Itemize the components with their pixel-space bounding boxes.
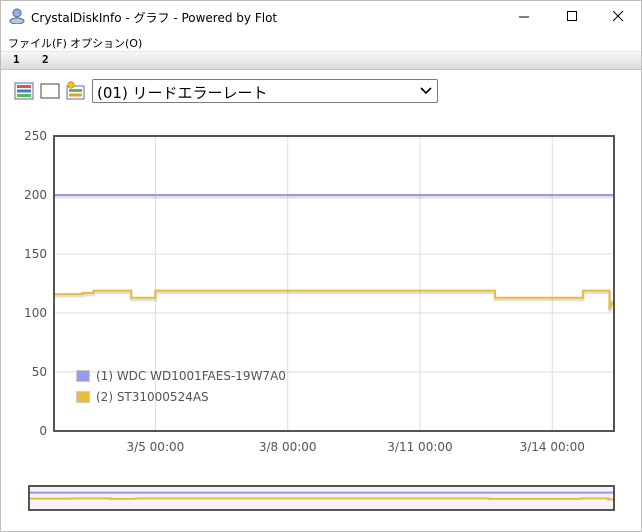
x-tick-label: 3/11 00:00 — [387, 440, 452, 454]
plot-settings-icon[interactable] — [66, 81, 86, 101]
attribute-select-value: (01) リードエラーレート — [97, 84, 268, 102]
attribute-select[interactable]: (01) リードエラーレート — [92, 79, 438, 103]
disk-tab-bar: 1 2 — [1, 51, 641, 70]
legend-label: (1) WDC WD1001FAES-19W7A0 — [96, 369, 286, 383]
maximize-button[interactable] — [549, 1, 595, 32]
menu-options[interactable]: オプション(O) — [70, 35, 142, 51]
legend-label: (2) ST31000524AS — [96, 390, 209, 404]
graph-window: CrystalDiskInfo - グラフ - Powered by Flot … — [0, 0, 642, 532]
crystaldiskinfo-icon — [9, 8, 25, 24]
tab-disk-1[interactable]: 1 — [13, 53, 20, 66]
x-tick-label: 3/14 00:00 — [520, 440, 585, 454]
close-button[interactable] — [595, 1, 641, 32]
minimize-icon — [518, 16, 529, 18]
chevron-down-icon — [420, 87, 432, 95]
title-bar[interactable]: CrystalDiskInfo - グラフ - Powered by Flot — [1, 1, 641, 32]
legend-swatch — [76, 370, 90, 382]
overview-range-selector[interactable] — [28, 485, 615, 511]
legend-swatch — [76, 391, 90, 403]
menu-bar: ファイル(F) オプション(O) — [1, 32, 641, 51]
clear-icon[interactable] — [40, 81, 60, 101]
y-tick-label: 0 — [39, 424, 47, 438]
maximize-icon — [566, 11, 577, 21]
overview-chart[interactable] — [30, 487, 614, 509]
tab-disk-2[interactable]: 2 — [42, 53, 49, 66]
x-tick-label: 3/8 00:00 — [259, 440, 317, 454]
y-tick-label: 250 — [24, 129, 47, 143]
window-title: CrystalDiskInfo - グラフ - Powered by Flot — [31, 11, 278, 25]
y-tick-label: 150 — [24, 247, 47, 261]
y-tick-label: 200 — [24, 188, 47, 202]
plot-frame — [53, 135, 615, 432]
x-tick-label: 3/5 00:00 — [127, 440, 185, 454]
smart-attribute-chart[interactable]: 0 50 100 150 200 250 3/5 00:00 3/8 00:00 3/11 0… — [1, 121, 641, 466]
close-icon — [612, 11, 623, 22]
series-shadow — [54, 291, 616, 312]
select-all-icon[interactable] — [14, 81, 34, 101]
y-tick-label: 100 — [24, 306, 47, 320]
menu-file[interactable]: ファイル(F) — [8, 35, 67, 51]
y-tick-label: 50 — [32, 365, 47, 379]
minimize-button[interactable] — [501, 1, 547, 32]
